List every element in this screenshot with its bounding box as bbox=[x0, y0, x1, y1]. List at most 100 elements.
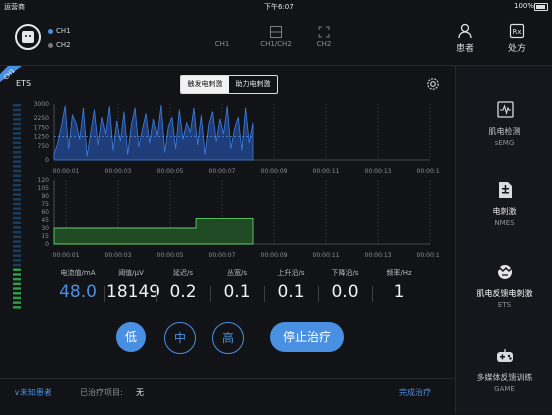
stop-treatment-button[interactable]: 停止治疗 bbox=[270, 322, 344, 352]
param-divider bbox=[104, 286, 105, 302]
level-segment bbox=[13, 174, 21, 177]
y-tick-label: 0 bbox=[45, 241, 49, 248]
level-segment bbox=[13, 188, 21, 192]
patient-selector[interactable]: ∨未知患者 bbox=[14, 387, 52, 398]
level-segment bbox=[13, 301, 21, 304]
nav-semg[interactable]: 肌电检测 sEMG bbox=[456, 100, 552, 147]
intensity-mid-button[interactable]: 中 bbox=[164, 322, 196, 354]
level-segment bbox=[13, 263, 21, 267]
level-segment bbox=[13, 179, 21, 182]
nav-game[interactable]: 多媒体反馈训练 GAME bbox=[456, 346, 552, 393]
param-value[interactable]: 0.1 bbox=[266, 282, 316, 302]
nav-ets[interactable]: 肌电反馈电刺激 ETS bbox=[456, 262, 552, 309]
param-value[interactable]: 18149 bbox=[106, 282, 160, 302]
y-tick-label: 105 bbox=[38, 185, 50, 192]
channel-ch2[interactable]: CH2 bbox=[48, 41, 71, 49]
view-ch1-button[interactable]: CH1 bbox=[202, 28, 242, 48]
param-label: 下降沿/s bbox=[331, 269, 359, 277]
level-segment bbox=[13, 113, 21, 116]
level-segment bbox=[13, 254, 21, 257]
y-tick-label: 3000 bbox=[34, 101, 49, 108]
nav-nmes-sub: NMES bbox=[494, 219, 515, 227]
y-tick-label: 15 bbox=[41, 233, 49, 240]
level-segment bbox=[13, 282, 21, 286]
nav-nmes[interactable]: 电刺激 NMES bbox=[456, 180, 552, 227]
gear-icon bbox=[427, 78, 439, 90]
nav-ets-sub: ETS bbox=[497, 301, 512, 309]
level-segment bbox=[13, 155, 21, 159]
tab-assist-stim[interactable]: 助力电刺激 bbox=[229, 76, 277, 93]
settings-button[interactable] bbox=[426, 76, 440, 95]
tab-trigger-stim[interactable]: 触发电刺激 bbox=[181, 76, 229, 93]
view-both-button[interactable]: CH1/CH2 bbox=[256, 26, 296, 48]
level-segment bbox=[13, 132, 21, 135]
param-label: 丛宽/s bbox=[226, 269, 247, 277]
level-segment bbox=[13, 136, 21, 140]
nav-game-title: 多媒体反馈训练 bbox=[476, 373, 533, 382]
view-ch2-label: CH2 bbox=[316, 40, 332, 48]
gamepad-icon bbox=[496, 349, 513, 362]
channel-ch1[interactable]: CH1 bbox=[48, 27, 71, 35]
intensity-low-button[interactable]: 低 bbox=[116, 322, 146, 352]
level-segment bbox=[13, 226, 21, 229]
y-tick-label: 750 bbox=[38, 143, 50, 150]
level-segment bbox=[13, 221, 21, 224]
device-icon[interactable] bbox=[15, 24, 41, 50]
y-tick-label: 30 bbox=[41, 225, 49, 232]
level-segment bbox=[13, 165, 21, 168]
level-meter bbox=[12, 102, 22, 312]
level-segment bbox=[13, 245, 21, 248]
param-divider bbox=[210, 286, 211, 302]
y-tick-label: 0 bbox=[45, 157, 49, 164]
prescription-button[interactable]: Rx 处方 bbox=[500, 23, 534, 54]
x-tick-label: 00:00:11 bbox=[313, 252, 340, 259]
battery-icon bbox=[534, 3, 548, 11]
level-segment bbox=[13, 198, 21, 201]
level-segment bbox=[13, 235, 21, 239]
feedback-stim-icon bbox=[495, 265, 516, 279]
x-tick-label: 00:00:15 bbox=[417, 252, 440, 259]
level-segment bbox=[13, 292, 21, 295]
param-value[interactable]: 0.0 bbox=[320, 282, 370, 302]
level-segment bbox=[13, 151, 21, 154]
top-bar: CH1 CH2 CH1 CH1/CH2 CH2 患者 Rx 处方 bbox=[0, 12, 552, 66]
treated-value: 无 bbox=[136, 388, 144, 397]
level-segment bbox=[13, 108, 21, 112]
carrier-label: 运营商 bbox=[4, 3, 25, 11]
param-divider bbox=[156, 286, 157, 302]
nav-game-sub: GAME bbox=[494, 385, 515, 393]
nav-nmes-title: 电刺激 bbox=[492, 207, 517, 216]
patient-button[interactable]: 患者 bbox=[448, 23, 482, 54]
battery-percent: 100% bbox=[513, 2, 534, 10]
level-segment bbox=[13, 273, 21, 276]
level-segment bbox=[13, 160, 21, 163]
nav-semg-sub: sEMG bbox=[494, 139, 515, 147]
level-segment bbox=[13, 193, 21, 196]
level-segment bbox=[13, 216, 21, 220]
bottom-bar: ∨未知患者 已治疗项目: 无 完成治疗 bbox=[0, 378, 454, 415]
param-value[interactable]: 1 bbox=[374, 282, 424, 302]
finish-treatment-link[interactable]: 完成治疗 bbox=[399, 387, 431, 398]
level-segment bbox=[13, 118, 21, 121]
view-ch2-button[interactable]: CH2 bbox=[304, 26, 344, 48]
view-both-label: CH1/CH2 bbox=[260, 40, 292, 48]
panel-mode-label: ETS bbox=[16, 79, 32, 88]
nav-semg-title: 肌电检测 bbox=[488, 127, 521, 136]
level-segment bbox=[13, 207, 21, 210]
level-segment bbox=[13, 169, 21, 173]
stim-series-area bbox=[53, 217, 254, 245]
view-ch1-label: CH1 bbox=[214, 40, 230, 48]
intensity-high-button[interactable]: 高 bbox=[212, 322, 244, 354]
param-label: 电流值/mA bbox=[60, 269, 96, 277]
y-tick-label: 1250 bbox=[34, 134, 49, 141]
param-value[interactable]: 0.2 bbox=[158, 282, 208, 302]
param-value[interactable]: 48.0 bbox=[53, 282, 103, 302]
level-segment bbox=[13, 127, 21, 130]
param-divider bbox=[264, 286, 265, 302]
y-tick-label: 90 bbox=[41, 193, 49, 200]
status-bar: 运营商 下午6:07 100% bbox=[0, 0, 552, 12]
split-view-icon bbox=[270, 26, 282, 38]
y-tick-label: 2250 bbox=[34, 115, 49, 122]
prescription-icon: Rx bbox=[509, 23, 525, 39]
param-value[interactable]: 0.1 bbox=[212, 282, 262, 302]
